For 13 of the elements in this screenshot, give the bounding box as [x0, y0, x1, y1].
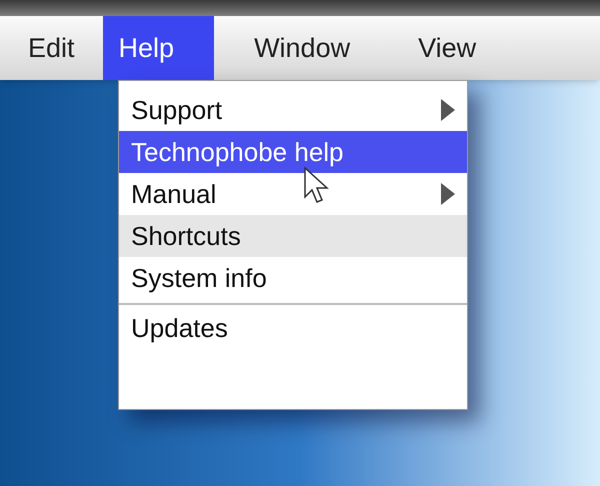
menu-item[interactable]: System info	[119, 257, 467, 299]
menu-item[interactable]: Updates	[119, 303, 467, 351]
menu-bar-item[interactable]: Help	[102, 16, 214, 80]
cursor-icon	[304, 167, 330, 205]
submenu-arrow-icon	[441, 183, 455, 205]
menu-bar-item[interactable]: Edit	[0, 16, 103, 80]
menu-item[interactable]: Shortcuts	[119, 215, 467, 257]
menu-bar-item[interactable]: Window	[214, 16, 390, 80]
menu-item[interactable]: Technophobe help	[119, 131, 467, 173]
menu-item[interactable]: Support	[119, 89, 467, 131]
menu-item[interactable]: Manual	[119, 173, 467, 215]
submenu-arrow-icon	[441, 99, 455, 121]
menu-bar-item[interactable]: View	[390, 16, 504, 80]
